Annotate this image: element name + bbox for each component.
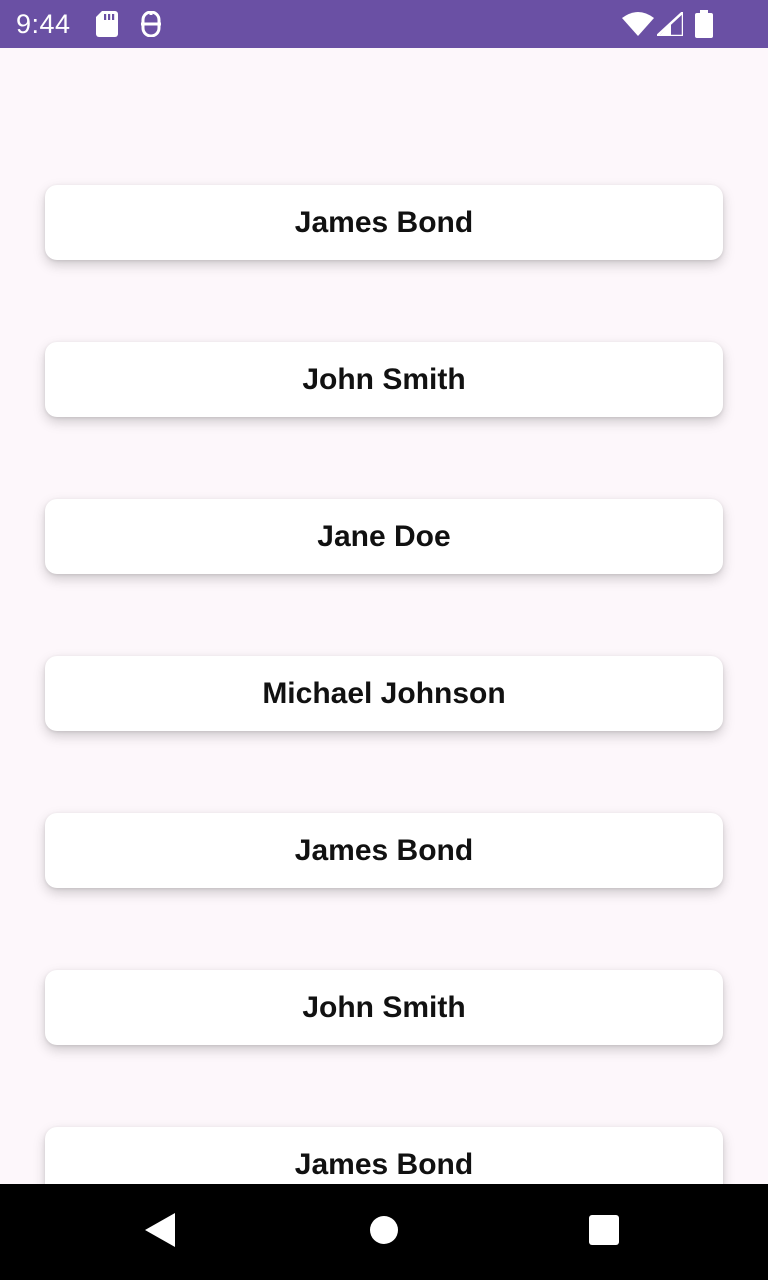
list-item[interactable]: James Bond [45, 813, 723, 888]
navigation-bar [0, 1184, 768, 1280]
notification-icon [140, 10, 162, 42]
back-button[interactable] [112, 1184, 208, 1280]
sd-card-icon [96, 11, 118, 42]
list-item[interactable]: John Smith [45, 970, 723, 1045]
back-icon [145, 1212, 175, 1252]
list-item-label: John Smith [302, 362, 466, 396]
list-item[interactable]: James Bond [45, 1127, 723, 1184]
list-item-label: Jane Doe [317, 519, 451, 553]
list-item-label: John Smith [302, 990, 466, 1024]
list-item-label: James Bond [294, 205, 474, 239]
contact-list[interactable]: James Bond John Smith Jane Doe Michael J… [0, 48, 768, 1184]
list-item-label: Michael Johnson [262, 676, 506, 710]
list-item[interactable]: John Smith [45, 342, 723, 417]
recents-icon [589, 1214, 619, 1250]
home-button[interactable] [336, 1184, 432, 1280]
battery-icon [695, 10, 713, 43]
list-item-label: James Bond [294, 833, 474, 867]
status-time: 9:44 [16, 9, 71, 39]
list-item[interactable]: Michael Johnson [45, 656, 723, 731]
status-bar: 9:44 [0, 0, 768, 48]
home-icon [369, 1215, 399, 1250]
list-item[interactable]: Jane Doe [45, 499, 723, 574]
wifi-icon [622, 12, 654, 41]
list-item[interactable]: James Bond [45, 185, 723, 260]
list-item-label: James Bond [294, 1147, 474, 1181]
recents-button[interactable] [556, 1184, 652, 1280]
cell-signal-icon [653, 9, 685, 41]
